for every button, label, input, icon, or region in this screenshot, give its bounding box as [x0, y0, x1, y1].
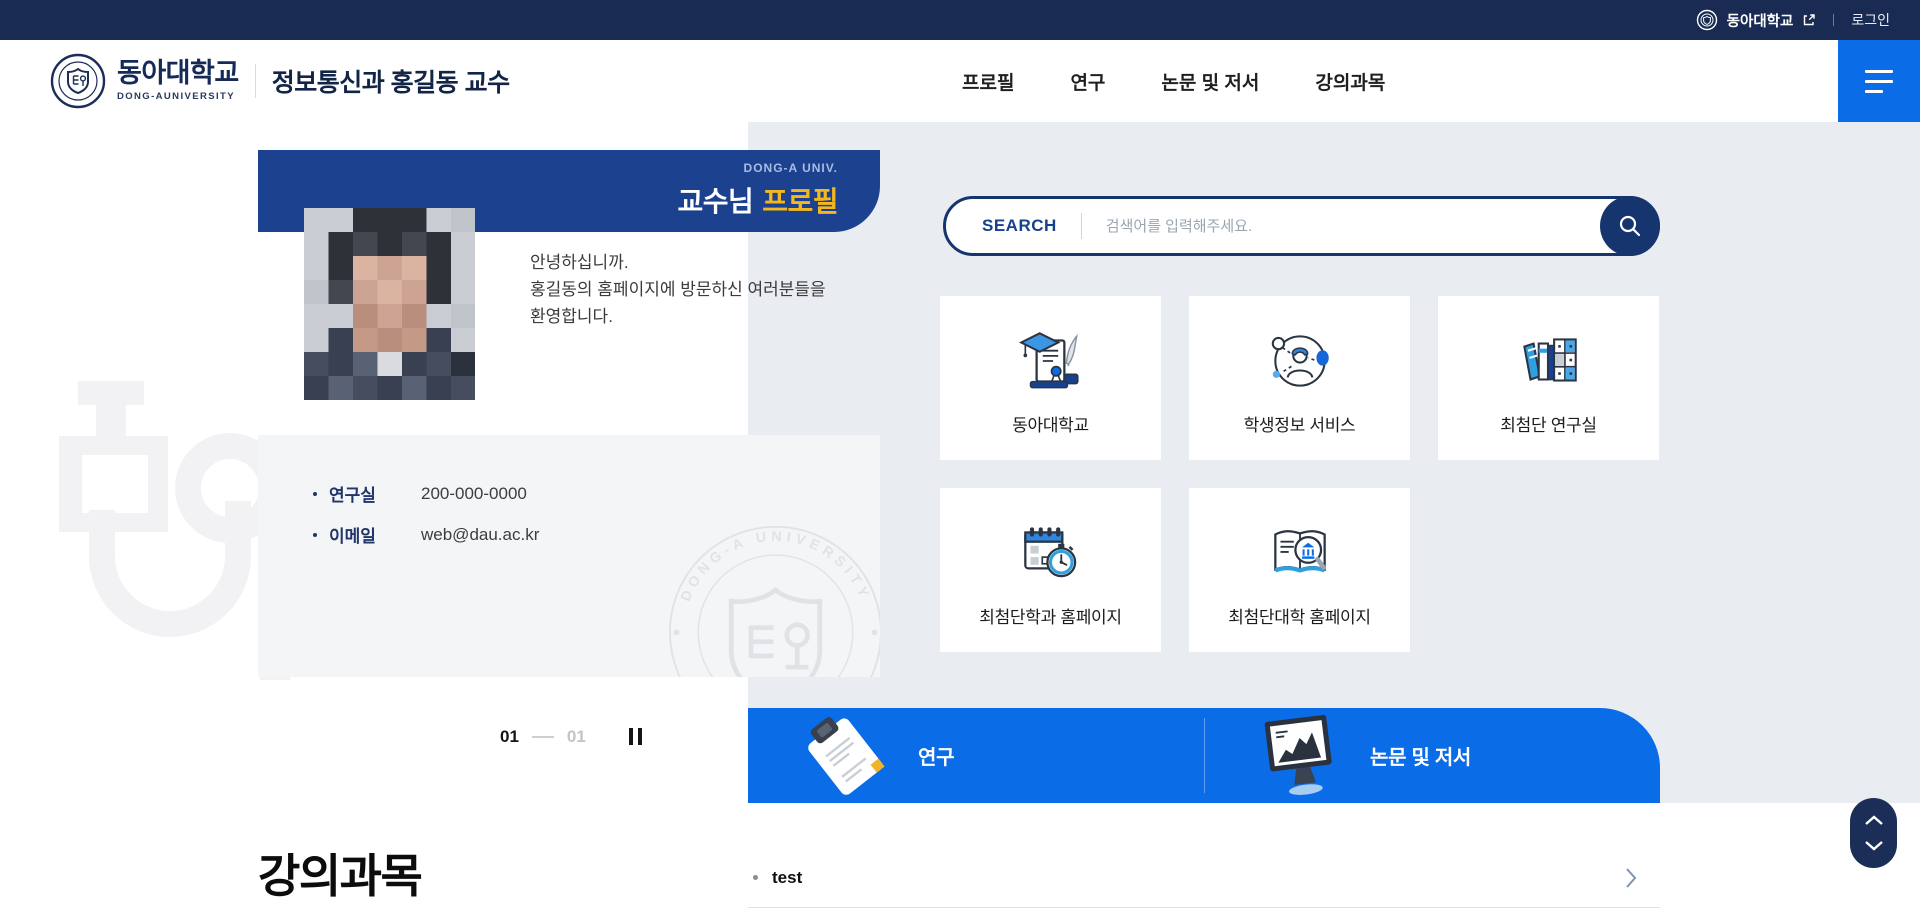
- diploma-icon: [1013, 296, 1089, 411]
- bookshelf-icon: [1511, 296, 1587, 411]
- banner-publications[interactable]: 논문 및 저서: [1204, 708, 1660, 803]
- topbar-right: 동아대학교 로그인: [1696, 9, 1890, 31]
- bullet: [753, 875, 758, 880]
- research-paper-icon: [798, 710, 894, 802]
- carousel-pagination: 01 01: [500, 726, 644, 747]
- logo-text: 동아대학교 DONG-AUNIVERSITY: [117, 60, 239, 102]
- divider: [255, 64, 256, 98]
- main-nav: 프로필 연구 논문 및 저서 강의과목: [962, 40, 1385, 122]
- scroll-down-button[interactable]: [1862, 838, 1886, 854]
- quick-link-university[interactable]: 동아대학교: [940, 296, 1161, 460]
- nav-item-research[interactable]: 연구: [1070, 68, 1105, 95]
- search-icon: [1617, 213, 1643, 239]
- quick-link-student-info[interactable]: 학생정보 서비스: [1189, 296, 1410, 460]
- chevron-right-icon[interactable]: [1624, 867, 1638, 894]
- quick-link-label: 학생정보 서비스: [1244, 411, 1356, 460]
- pause-icon: [638, 728, 642, 745]
- university-emblem-icon: [1696, 9, 1718, 31]
- chevron-up-icon: [1864, 814, 1884, 829]
- section-title-lectures: 강의과목: [258, 840, 421, 906]
- nav-item-publications[interactable]: 논문 및 저서: [1161, 68, 1259, 95]
- scroll-up-button[interactable]: [1862, 812, 1886, 828]
- contact-label: 연구실: [329, 481, 387, 506]
- pause-icon: [629, 728, 633, 745]
- university-link[interactable]: 동아대학교: [1727, 10, 1794, 31]
- login-link[interactable]: 로그인: [1851, 10, 1890, 30]
- banner-research[interactable]: 연구: [748, 708, 1204, 803]
- logo-emblem-icon: [50, 53, 106, 109]
- search-bar: SEARCH: [943, 196, 1660, 256]
- calendar-clock-icon: [1013, 488, 1089, 603]
- quick-link-label: 최첨단대학 홈페이지: [1228, 603, 1370, 652]
- contact-value: 200-000-0000: [421, 484, 527, 504]
- background-watermark: [40, 378, 290, 693]
- banner-label: 연구: [918, 741, 954, 770]
- quick-link-lab[interactable]: 최첨단 연구실: [1438, 296, 1659, 460]
- header: 동아대학교 DONG-AUNIVERSITY 정보통신과 홍길동 교수 프로필 …: [0, 40, 1920, 122]
- contact-panel: DONG-A UNIVERSITY 연구실 200-000-0000 이메일 w…: [258, 435, 880, 677]
- professor-photo: [304, 208, 475, 400]
- lecture-list-item[interactable]: test: [748, 848, 1660, 908]
- page-title: 정보통신과 홍길동 교수: [272, 63, 510, 99]
- monitor-chart-icon: [1254, 710, 1346, 802]
- contact-label: 이메일: [329, 522, 387, 547]
- pause-button[interactable]: [627, 726, 644, 747]
- bottom-banner: 연구 논문 및 저서: [748, 708, 1660, 803]
- book-magnifier-icon: [1262, 488, 1338, 603]
- hero-tag: DONG-A UNIV.: [744, 161, 838, 175]
- quick-link-label: 최첨단 연구실: [1500, 411, 1596, 460]
- nav-item-profile[interactable]: 프로필: [962, 68, 1014, 95]
- carousel-current: 01: [500, 727, 519, 747]
- university-seal-watermark: DONG-A UNIVERSITY: [653, 507, 880, 677]
- search-label: SEARCH: [982, 216, 1057, 236]
- chevron-down-icon: [1864, 840, 1884, 855]
- nav-item-lectures[interactable]: 강의과목: [1315, 68, 1385, 95]
- topbar: 동아대학교 로그인: [0, 0, 1920, 40]
- student-network-icon: [1262, 296, 1338, 411]
- hero-title: 교수님프로필: [677, 180, 838, 220]
- contact-row-office: 연구실 200-000-0000: [313, 481, 539, 506]
- search-input[interactable]: [1106, 218, 1587, 235]
- divider: [532, 736, 554, 738]
- contact-list: 연구실 200-000-0000 이메일 web@dau.ac.kr: [313, 481, 539, 547]
- university-logo[interactable]: 동아대학교 DONG-AUNIVERSITY 정보통신과 홍길동 교수: [50, 40, 510, 122]
- carousel-total: 01: [567, 727, 586, 747]
- greeting-text: 안녕하십니까. 홍길동의 홈페이지에 방문하신 여러분들을 환영합니다.: [530, 249, 890, 331]
- hero-title-accent: 프로필: [762, 186, 838, 217]
- external-link-icon[interactable]: [1802, 13, 1816, 27]
- bullet: [313, 492, 317, 496]
- bullet: [313, 533, 317, 537]
- menu-button[interactable]: [1838, 40, 1920, 122]
- quick-link-label: 동아대학교: [1012, 411, 1089, 460]
- logo-subtitle: DONG-AUNIVERSITY: [117, 91, 239, 102]
- divider: [1833, 14, 1834, 26]
- lecture-item-label: test: [772, 868, 802, 888]
- quick-link-college-home[interactable]: 최첨단대학 홈페이지: [1189, 488, 1410, 652]
- contact-value: web@dau.ac.kr: [421, 525, 539, 545]
- search-button[interactable]: [1600, 196, 1660, 256]
- logo-title: 동아대학교: [117, 60, 239, 87]
- quick-link-department-home[interactable]: 최첨단학과 홈페이지: [940, 488, 1161, 652]
- page: { "topbar": { "university_link": "동아대학교"…: [0, 0, 1920, 919]
- hamburger-icon: [1865, 70, 1893, 93]
- section-scroll-nav: [1850, 798, 1897, 868]
- divider: [1081, 213, 1082, 239]
- content-panel: SEARCH: [748, 122, 1920, 803]
- banner-label: 논문 및 저서: [1370, 741, 1471, 770]
- quick-link-label: 최첨단학과 홈페이지: [979, 603, 1121, 652]
- contact-row-email: 이메일 web@dau.ac.kr: [313, 522, 539, 547]
